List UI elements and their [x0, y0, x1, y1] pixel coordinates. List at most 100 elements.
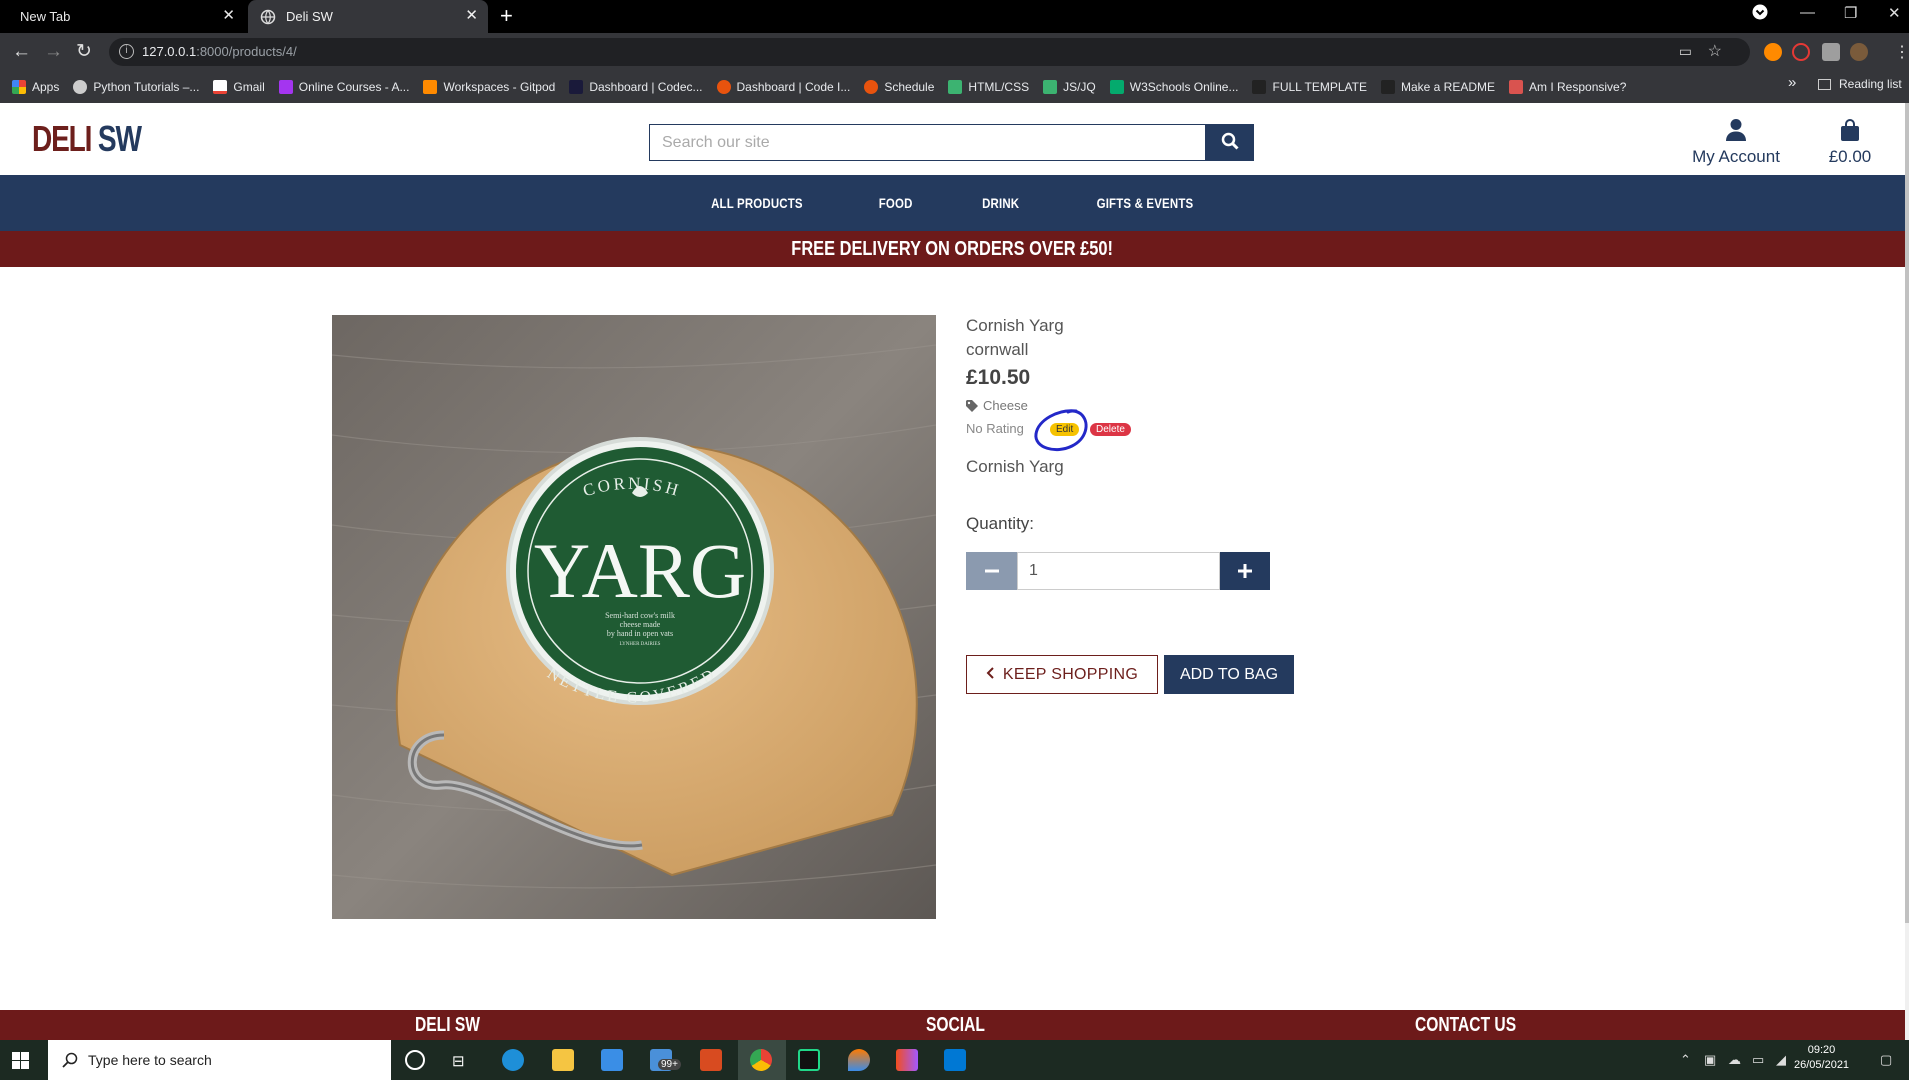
bookmark-make-readme[interactable]: Make a README — [1380, 79, 1495, 94]
product-category-link[interactable]: Cheese — [966, 398, 1028, 413]
restore-window-icon[interactable]: ❐ — [1844, 4, 1857, 22]
mail-icon[interactable]: 99+ — [650, 1049, 681, 1071]
site-logo[interactable]: DELI SW — [32, 118, 142, 160]
tray-battery-icon[interactable]: ▭ — [1752, 1052, 1764, 1068]
bookmark-label: Python Tutorials –... — [93, 79, 200, 94]
profile-dropdown-icon[interactable] — [1752, 4, 1768, 24]
close-tab-icon[interactable]: ✕ — [222, 8, 235, 23]
nav-food[interactable]: FOOD — [879, 195, 913, 211]
product-region: cornwall — [966, 340, 1029, 359]
more-bookmarks-chevron-icon[interactable]: » — [1788, 74, 1796, 91]
plus-icon — [1238, 564, 1252, 578]
bookmark-favicon-icon — [73, 79, 88, 94]
tray-up-chevron-icon[interactable]: ⌃ — [1680, 1052, 1691, 1068]
udemy-icon — [278, 79, 293, 94]
bookmark-w3schools[interactable]: W3Schools Online... — [1109, 79, 1238, 94]
nav-gifts-events[interactable]: GIFTS & EVENTS — [1096, 195, 1193, 211]
footer-title-social: SOCIAL — [926, 1014, 985, 1036]
bookmark-label: Am I Responsive? — [1529, 79, 1627, 94]
quantity-increment-button[interactable] — [1220, 552, 1270, 590]
address-bar[interactable]: i 127.0.0.1:8000/products/4/ ▭ ☆ — [109, 38, 1750, 66]
site-info-icon[interactable]: i — [119, 44, 134, 59]
reading-list-icon — [1818, 78, 1831, 90]
file-explorer-icon[interactable] — [552, 1049, 574, 1071]
bookmark-label: FULL TEMPLATE — [1272, 79, 1367, 94]
forward-arrow-icon[interactable]: → — [44, 42, 63, 62]
bookmark-gmail[interactable]: Gmail — [213, 79, 265, 94]
office-icon[interactable] — [700, 1049, 722, 1071]
bookmark-full-template[interactable]: FULL TEMPLATE — [1252, 79, 1367, 94]
url-text: 127.0.0.1:8000/products/4/ — [142, 44, 297, 59]
bookmark-gitpod[interactable]: Workspaces - Gitpod — [423, 79, 555, 94]
tab-new-tab[interactable]: New Tab ✕ — [0, 0, 245, 33]
bookmark-star-icon[interactable]: ☆ — [1708, 41, 1722, 61]
bookmark-python-tutorials[interactable]: Python Tutorials –... — [73, 79, 200, 94]
bookmark-schedule[interactable]: Schedule — [864, 79, 934, 94]
bookmark-online-courses[interactable]: Online Courses - A... — [278, 79, 409, 94]
adblock-icon[interactable] — [1792, 43, 1810, 61]
profile-avatar[interactable] — [1850, 43, 1868, 61]
bookmark-am-i-responsive[interactable]: Am I Responsive? — [1509, 79, 1627, 94]
notification-center-icon[interactable]: ▢ — [1880, 1052, 1892, 1068]
taskbar-search-box[interactable]: Type here to search — [48, 1040, 391, 1080]
add-to-bag-button[interactable]: ADD TO BAG — [1164, 655, 1294, 694]
free-delivery-banner: FREE DELIVERY ON ORDERS OVER £50! — [0, 231, 1905, 267]
color-drop-icon[interactable] — [848, 1049, 870, 1071]
shopping-bag-icon — [1841, 119, 1859, 141]
product-description: Cornish Yarg — [966, 457, 1064, 476]
reading-list-label: Reading list — [1839, 77, 1902, 91]
bookmark-label: HTML/CSS — [968, 79, 1030, 94]
chevron-left-icon — [986, 666, 994, 679]
back-arrow-icon[interactable]: ← — [12, 42, 31, 62]
reading-list-button[interactable]: Reading list — [1818, 77, 1902, 91]
bookmark-js-jq[interactable]: JS/JQ — [1043, 79, 1096, 94]
pycharm-icon[interactable] — [798, 1049, 820, 1071]
task-view-icon[interactable]: ⊟ — [452, 1052, 465, 1070]
page-scrollbar-thumb[interactable] — [1905, 103, 1909, 923]
label-small-2: cheese made — [620, 620, 661, 629]
quantity-decrement-button[interactable] — [966, 552, 1017, 590]
tray-cloud-icon[interactable]: ☁ — [1728, 1052, 1741, 1068]
windows-start-icon[interactable] — [12, 1052, 29, 1069]
microsoft-store-icon[interactable] — [601, 1049, 623, 1071]
bookmark-apps[interactable]: Apps — [12, 79, 59, 94]
schedule-icon — [864, 79, 879, 94]
extension-g-icon[interactable] — [1764, 43, 1782, 61]
chrome-icon[interactable] — [750, 1049, 772, 1071]
close-tab-icon[interactable]: ✕ — [465, 8, 478, 23]
keep-shopping-button[interactable]: KEEP SHOPPING — [966, 655, 1158, 694]
search-input[interactable] — [649, 124, 1205, 161]
category-label: Cheese — [983, 398, 1028, 413]
tray-wifi-icon[interactable]: ◢ — [1776, 1052, 1786, 1068]
edge-icon[interactable] — [502, 1049, 524, 1071]
reload-icon[interactable]: ↻ — [76, 42, 92, 62]
minus-icon — [984, 569, 999, 573]
label-small-1: Semi-hard cow's milk — [605, 611, 675, 620]
close-window-icon[interactable]: ✕ — [1888, 4, 1901, 22]
quantity-input[interactable] — [1017, 552, 1220, 590]
browser-menu-icon[interactable]: ⋮ — [1894, 42, 1909, 62]
code-institute-icon — [716, 79, 731, 94]
bookmark-dashboard-code-institute[interactable]: Dashboard | Code I... — [716, 79, 850, 94]
install-app-icon[interactable]: ▭ — [1679, 43, 1692, 60]
new-tab-plus-icon[interactable]: + — [500, 5, 513, 27]
minimize-window-icon[interactable]: — — [1800, 4, 1815, 21]
nav-drink[interactable]: DRINK — [982, 195, 1019, 211]
bookmark-dashboard-codec[interactable]: Dashboard | Codec... — [569, 79, 703, 94]
tab-deli-sw[interactable]: Deli SW ✕ — [248, 0, 488, 33]
cortana-icon[interactable] — [405, 1050, 425, 1070]
bookmark-label: Dashboard | Codec... — [589, 79, 703, 94]
my-account-link[interactable]: My Account — [1686, 118, 1786, 167]
vscode-icon[interactable] — [944, 1049, 966, 1071]
tray-meet-icon[interactable]: ▣ — [1704, 1052, 1716, 1068]
shopping-bag-link[interactable]: £0.00 — [1822, 118, 1878, 167]
search-button[interactable] — [1205, 124, 1254, 161]
product-image: CORNISH YARG Semi-hard cow's milk cheese… — [332, 315, 936, 919]
nav-all-products[interactable]: ALL PRODUCTS — [711, 195, 803, 211]
taskbar-clock[interactable]: 09:20 26/05/2021 — [1794, 1043, 1849, 1073]
figma-icon[interactable] — [896, 1049, 918, 1071]
gitpod-icon — [423, 79, 438, 94]
extensions-puzzle-icon[interactable] — [1822, 43, 1840, 61]
delete-product-button[interactable]: Delete — [1090, 423, 1131, 436]
bookmark-html-css[interactable]: HTML/CSS — [948, 79, 1030, 94]
